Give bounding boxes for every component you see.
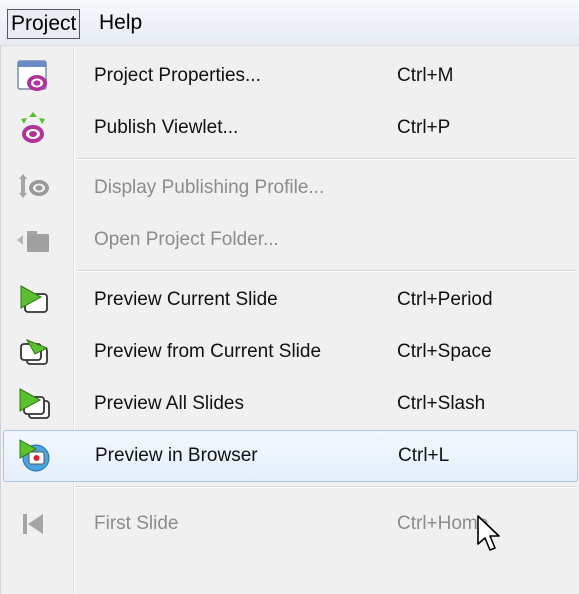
menu-project[interactable]: Project [7, 9, 81, 39]
menu-item-label: Open Project Folder... [94, 229, 279, 250]
menu-item-label: Project Properties... [94, 65, 261, 86]
menu-separator [76, 486, 576, 488]
menu-item-shortcut: Ctrl+P [397, 117, 451, 138]
menu-item-display-publishing-profile[interactable]: Display Publishing Profile... [1, 162, 579, 214]
menu-item-publish-viewlet[interactable]: Publish Viewlet... Ctrl+P [1, 102, 579, 154]
menu-bar: Project Help [0, 0, 579, 46]
preview-all-slides-icon [19, 388, 50, 419]
menu-item-project-properties[interactable]: Project Properties... Ctrl+M [1, 50, 579, 102]
menu-item-label: First Slide [94, 513, 179, 534]
menu-item-label: Preview in Browser [95, 445, 258, 466]
menu-item-label: Publish Viewlet... [94, 117, 239, 138]
project-dropdown-menu: Project Properties... Ctrl+M Publish Vie… [0, 46, 579, 594]
menu-item-preview-in-browser[interactable]: Preview in Browser Ctrl+L [3, 430, 578, 482]
menu-item-preview-current-slide[interactable]: Preview Current Slide Ctrl+Period [1, 274, 579, 326]
menu-separator [76, 270, 576, 272]
folder-icon [17, 231, 49, 252]
menu-item-preview-from-current-slide[interactable]: Preview from Current Slide Ctrl+Space [1, 326, 579, 378]
publishing-profile-icon [19, 174, 49, 198]
menu-item-shortcut: Ctrl+M [397, 65, 454, 86]
menu-item-shortcut: Ctrl+Home [397, 513, 489, 534]
menu-separator [76, 158, 576, 160]
publish-viewlet-icon [21, 112, 45, 143]
menu-help[interactable]: Help [97, 9, 144, 37]
menu-item-shortcut: Ctrl+Period [397, 289, 493, 310]
menu-item-label: Preview from Current Slide [94, 341, 322, 362]
menu-item-open-project-folder[interactable]: Open Project Folder... [1, 214, 579, 266]
menu-item-preview-all-slides[interactable]: Preview All Slides Ctrl+Slash [1, 378, 579, 430]
menu-item-label: Preview Current Slide [94, 289, 278, 310]
menu-item-label: Display Publishing Profile... [94, 177, 325, 198]
menu-item-shortcut: Ctrl+Slash [397, 393, 486, 414]
menu-item-label: Preview All Slides [94, 393, 244, 414]
first-slide-icon [23, 514, 43, 534]
mouse-cursor-icon [477, 515, 500, 551]
menu-item-shortcut: Ctrl+Space [397, 341, 492, 362]
preview-browser-icon [19, 439, 50, 472]
project-properties-icon [17, 60, 47, 91]
preview-current-slide-icon [20, 285, 48, 313]
menu-item-shortcut: Ctrl+L [398, 445, 450, 466]
preview-from-slide-icon [20, 339, 49, 365]
